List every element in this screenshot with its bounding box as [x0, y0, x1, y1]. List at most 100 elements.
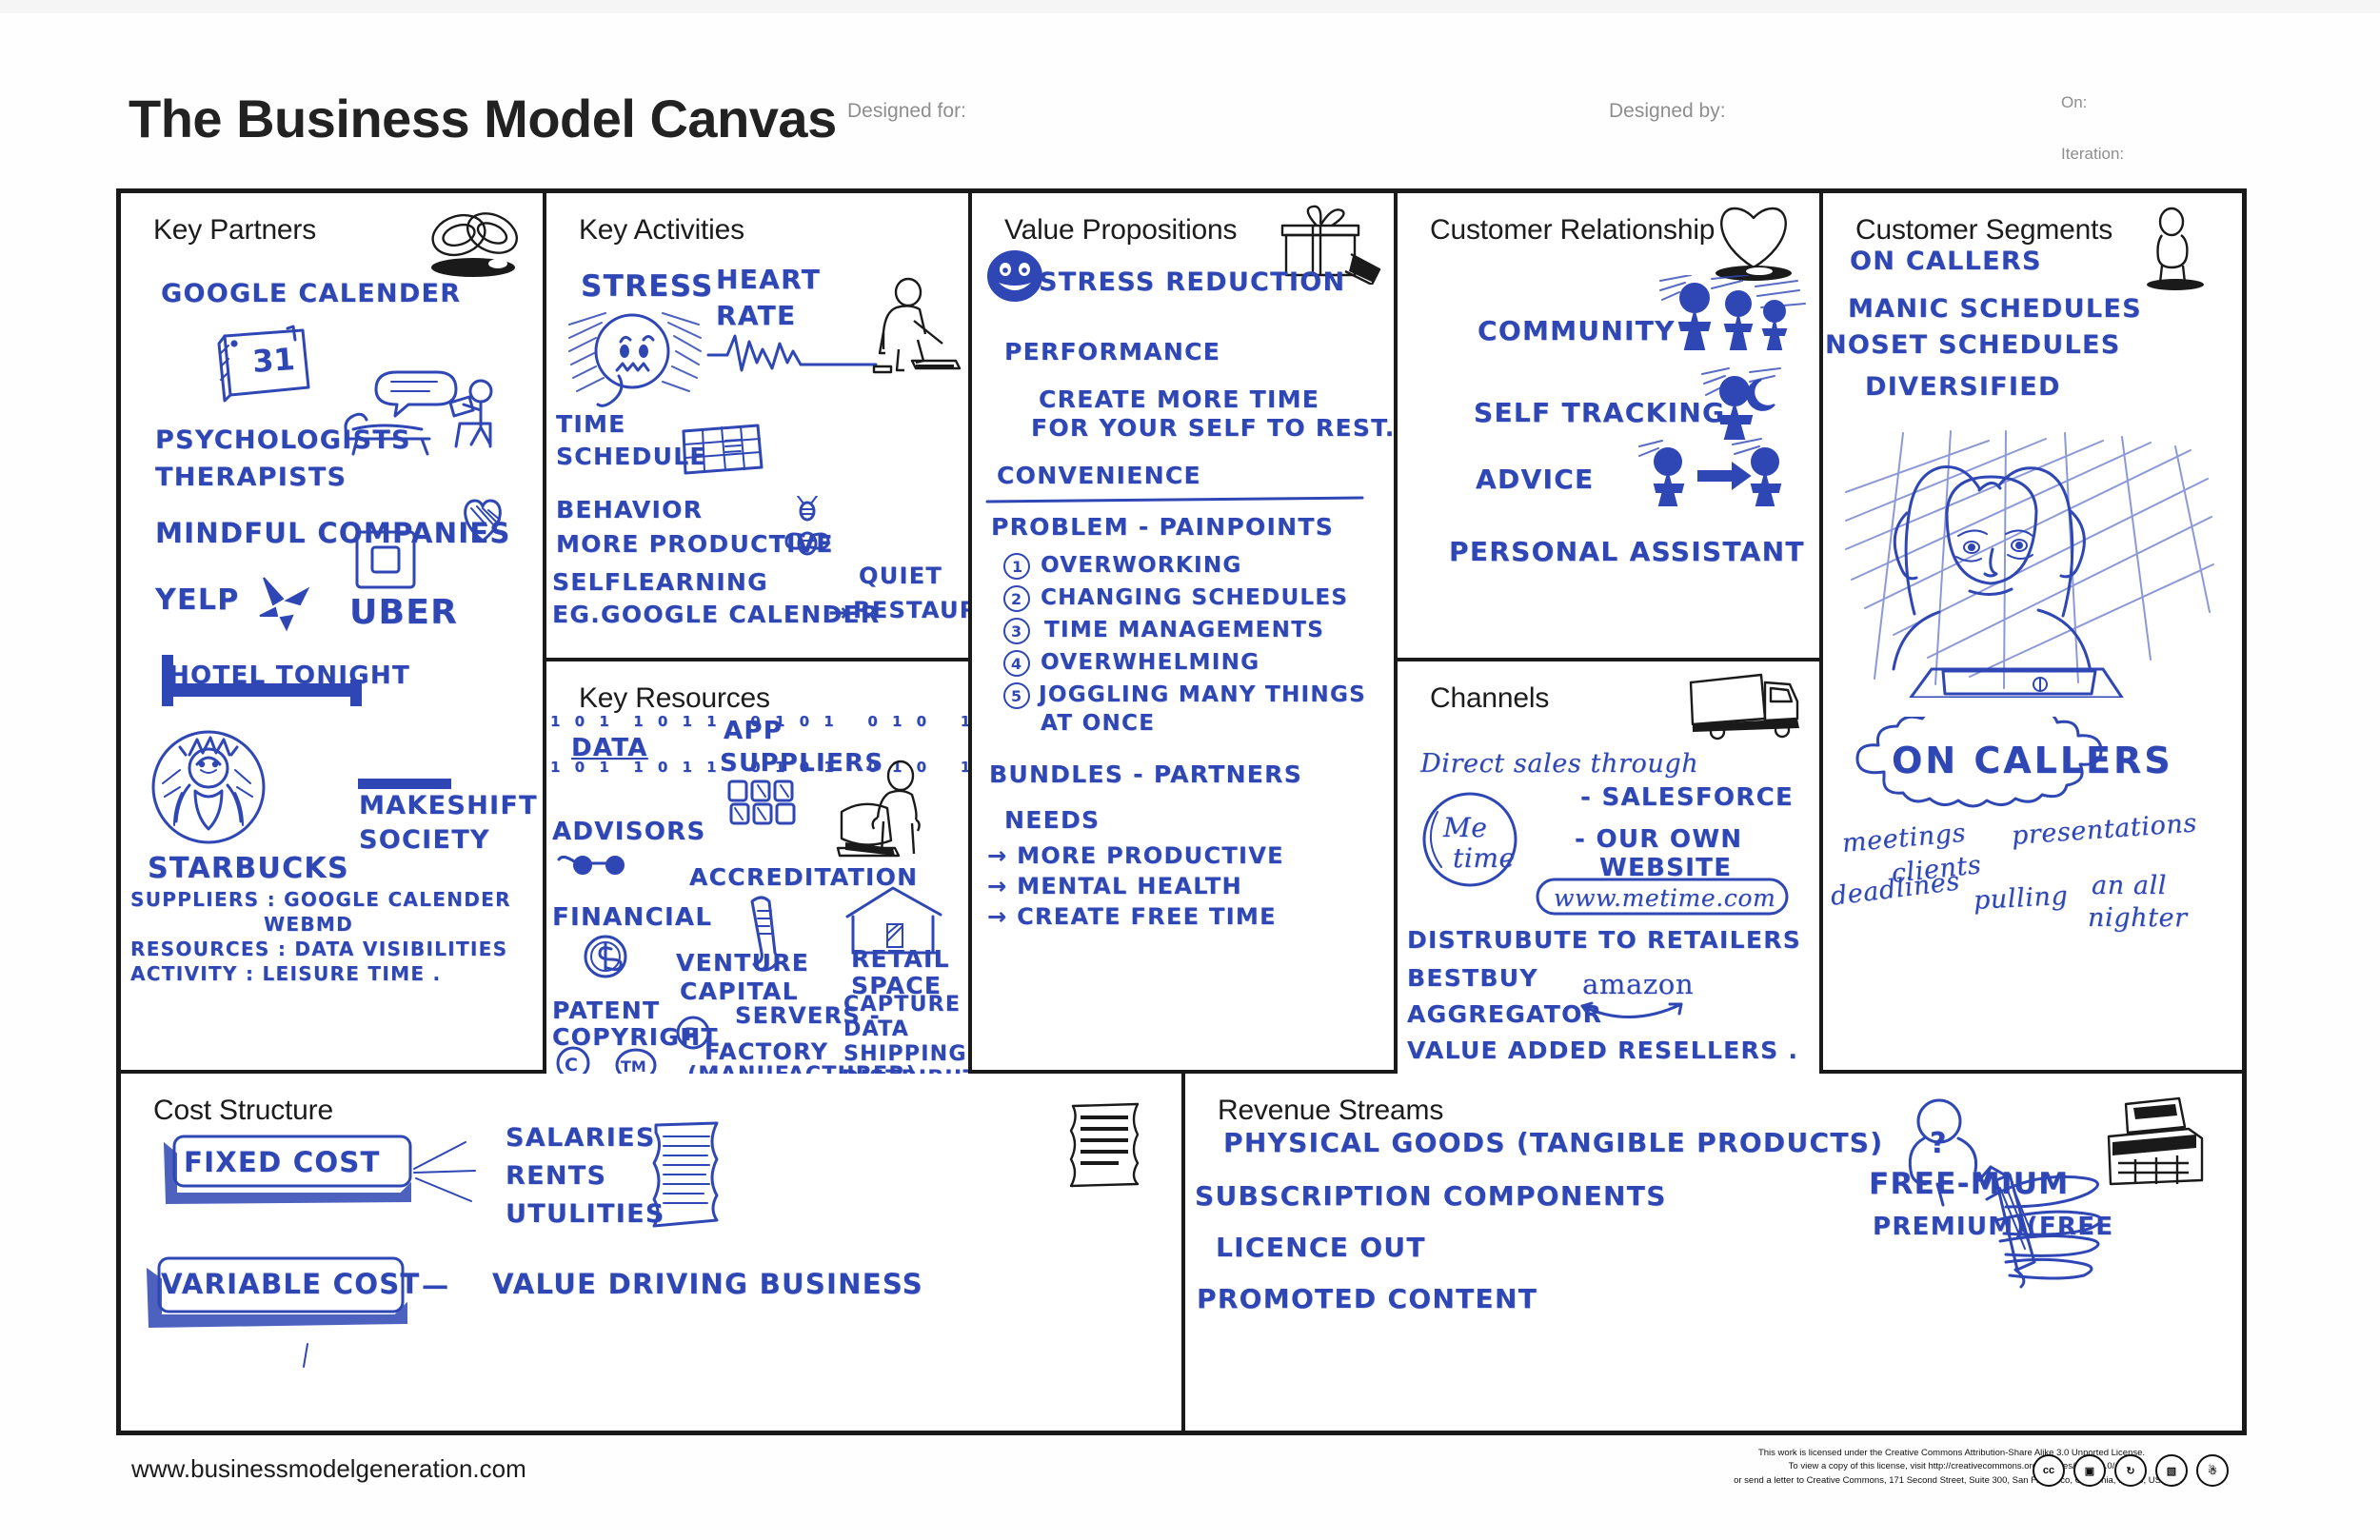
- kr-entry-18: DISTRIBUTOR: [842, 1067, 968, 1074]
- cost-box1-label: FIXED COST: [184, 1146, 381, 1178]
- cs-entry-1: MANIC SCHEDULES: [1848, 294, 2142, 324]
- cr-entry-3: PERSONAL ASSISTANT: [1449, 536, 1805, 567]
- kr-entry-6: VENTURE: [676, 949, 810, 977]
- footer-website[interactable]: www.businessmodelgeneration.com: [131, 1454, 526, 1484]
- ka-entry-9: QUIET: [859, 563, 943, 589]
- kr-entry-8: RETAIL: [851, 945, 950, 973]
- revenue-streams-title: Revenue Streams: [1218, 1095, 1444, 1126]
- ka-entry-3: TIME: [556, 410, 626, 438]
- rev-freemium: FREE-MIUM: [1869, 1167, 2070, 1201]
- vp-need-0: → MORE PRODUCTIVE: [987, 842, 1284, 869]
- trademark-mark-icon: TM: [615, 1048, 657, 1074]
- ka-entry-5: BEHAVIOR: [556, 496, 704, 523]
- self-tracking-person-icon: [1701, 367, 1781, 440]
- svg-text:5: 5: [1011, 687, 1021, 705]
- svg-text:3: 3: [1011, 622, 1021, 641]
- customer-segments-title: Customer Segments: [1855, 214, 2113, 246]
- kp-entry-7: MAKESHIFT: [359, 791, 538, 820]
- metime-logo-line2: time: [1453, 842, 1516, 874]
- vp-painpoints-title: PROBLEM - PAINPOINTS: [991, 513, 1335, 541]
- customer-relationships-title: Customer Relationship: [1430, 214, 1716, 246]
- designed-by-label: Designed by:: [1609, 100, 1726, 122]
- painpoint-number-4: 4: [1003, 650, 1030, 677]
- cost-box2-dash: —: [422, 1270, 450, 1301]
- heart-icon: [1716, 207, 1792, 281]
- rev-entry-0: PHYSICAL GOODS (TANGIBLE PRODUCTS): [1223, 1127, 1884, 1158]
- divider-rule: [985, 496, 1364, 503]
- schedule-grid-icon: [682, 424, 764, 475]
- uber-square-icon: [355, 530, 416, 589]
- vp-painpoint-3: OVERWHELMING: [1041, 650, 1260, 675]
- vp-painpoint-4-cont: AT ONCE: [1041, 711, 1156, 736]
- ch-entry-5: BESTBUY: [1407, 964, 1538, 992]
- ch-website: www.metime.com: [1554, 884, 1776, 912]
- block-customer-segments[interactable]: Customer Segments ON CALLERS MANIC SCHED…: [1823, 193, 2244, 1074]
- page-title: The Business Model Canvas: [129, 89, 837, 148]
- cc-badge-icon: cc: [2033, 1454, 2065, 1487]
- cash-register-icon: [2107, 1096, 2204, 1186]
- vp-painpoint-2: TIME MANAGEMENTS: [1044, 618, 1325, 642]
- iteration-label: Iteration:: [2061, 145, 2125, 163]
- kr-entry-10: PATENT: [552, 997, 661, 1024]
- vp-headline: STRESS REDUCTION: [1039, 267, 1346, 297]
- key-partners-title: Key Partners: [153, 214, 317, 246]
- block-value-propositions[interactable]: Value Propositions STRESS REDUCTION PERF…: [972, 193, 1398, 1074]
- person-with-machine-icon: [836, 760, 921, 858]
- cr-entry-1: SELF TRACKING: [1474, 397, 1726, 428]
- rev-freemium-sub: PREMIUM)(FREE: [1873, 1213, 2114, 1241]
- cr-entry-2: ADVICE: [1476, 464, 1595, 495]
- cs-cloud-label: ON CALLERS: [1892, 740, 2173, 781]
- canvas-header: The Business Model Canvas Designed for: …: [0, 0, 2380, 186]
- calendar-day-number: 31: [251, 341, 296, 380]
- heart-doodle-icon: [464, 499, 502, 543]
- kr-entry-17: SHIPPING: [843, 1042, 967, 1066]
- cs-entry-0: ON CALLERS: [1850, 247, 2042, 276]
- rev-entry-2: LICENCE OUT: [1216, 1232, 1426, 1263]
- block-revenue-streams[interactable]: Revenue Streams PHYSICAL GOODS (TANGIBLE…: [1185, 1074, 2244, 1432]
- block-key-activities[interactable]: Key Activities STRESS HEART RATE TIME SC…: [546, 193, 972, 661]
- metime-logo-line1: Me: [1443, 812, 1488, 843]
- ch-entry-0: Direct sales through: [1420, 749, 1699, 779]
- truck-icon: [1689, 673, 1799, 740]
- kp-entry-5: UBER: [349, 593, 459, 632]
- block-key-resources[interactable]: Key Resources 1 0 1 1 0 1 1 0 1 0 1 0 1 …: [546, 661, 972, 1074]
- painpoint-number-3: 3: [1003, 618, 1030, 644]
- cost-box1-item-2: UTULITIES: [506, 1199, 665, 1229]
- block-channels[interactable]: Channels Direct sales through - SALESFOR…: [1398, 661, 1823, 1074]
- svg-text:4: 4: [1011, 655, 1021, 673]
- kr-entry-5: FINANCIAL: [552, 903, 713, 932]
- ch-entry-2: - OUR OWN: [1575, 825, 1743, 854]
- block-cost-structure[interactable]: Cost Structure FIXED COST SALARIES RENTS…: [121, 1074, 1185, 1432]
- painpoint-number-5: 5: [1003, 682, 1030, 709]
- person-pushing-icon: [872, 277, 962, 374]
- smiley-face-icon: [987, 250, 1042, 302]
- rev-entry-3: PROMOTED CONTENT: [1197, 1283, 1538, 1314]
- kp-note-2: RESOURCES : DATA VISIBILITIES: [130, 938, 508, 960]
- kp-entry-9: STARBUCKS: [148, 852, 349, 885]
- block-customer-relationships[interactable]: Customer Relationship COMMUNITY SELF TRA…: [1398, 193, 1823, 661]
- painpoint-number-2: 2: [1003, 585, 1030, 612]
- kp-note-0: SUPPLIERS : GOOGLE CALENDER: [130, 888, 511, 911]
- cc-by-badge-icon: ▣: [2073, 1454, 2106, 1487]
- on-label: On:: [2061, 93, 2088, 111]
- calendar-icon: 31: [217, 325, 310, 403]
- value-propositions-title: Value Propositions: [1004, 214, 1238, 246]
- kr-entry-13: CAPTURE: [843, 993, 962, 1017]
- painpoint-number-1: 1: [1003, 553, 1030, 580]
- scan-artifact-top: [0, 0, 2380, 13]
- advice-arrow-icon: [1638, 438, 1782, 506]
- canvas-grid: Key Partners GOOGLE CALENDER 31 PSYCHOLO…: [116, 188, 2247, 1435]
- stressed-face-icon: [568, 312, 702, 407]
- paper-doc-icon: [652, 1121, 719, 1228]
- block-key-partners[interactable]: Key Partners GOOGLE CALENDER 31 PSYCHOLO…: [121, 193, 546, 1074]
- glasses-icon: [557, 855, 625, 875]
- vp-bundles-title: BUNDLES - PARTNERS: [989, 760, 1303, 788]
- vp-need-2: → CREATE FREE TIME: [987, 903, 1277, 930]
- cs-keyword-4: pulling: [1973, 880, 2070, 916]
- svg-text:1: 1: [1012, 558, 1022, 576]
- vp-entry-2: FOR YOUR SELF TO REST.: [1031, 414, 1396, 442]
- fixed-cost-connector-lines: [413, 1141, 476, 1202]
- ka-entry-10: RESTAURANT: [853, 597, 968, 623]
- starbucks-logo-icon: [151, 730, 266, 844]
- cs-keyword-3: deadlines: [1829, 866, 1962, 912]
